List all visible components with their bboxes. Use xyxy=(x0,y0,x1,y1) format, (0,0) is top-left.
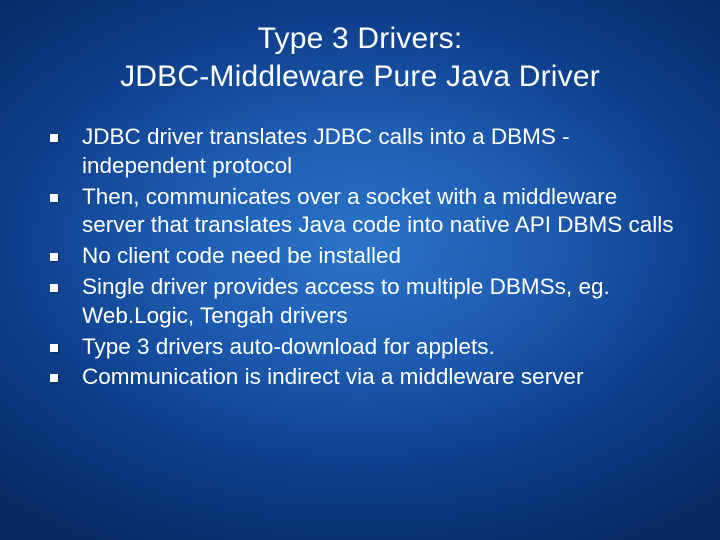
list-item: Communication is indirect via a middlewa… xyxy=(50,363,680,392)
bullet-text: No client code need be installed xyxy=(82,242,401,271)
list-item: JDBC driver translates JDBC calls into a… xyxy=(50,123,680,181)
square-bullet-icon xyxy=(50,194,58,202)
square-bullet-icon xyxy=(50,134,58,142)
square-bullet-icon xyxy=(50,374,58,382)
title-line-1: Type 3 Drivers: xyxy=(258,22,463,55)
square-bullet-icon xyxy=(50,253,58,261)
title-line-2: JDBC-Middleware Pure Java Driver xyxy=(120,60,600,93)
square-bullet-icon xyxy=(50,344,58,352)
slide-body: JDBC driver translates JDBC calls into a… xyxy=(30,123,690,392)
bullet-text: Type 3 drivers auto-download for applets… xyxy=(82,333,495,362)
list-item: Single driver provides access to multipl… xyxy=(50,273,680,331)
slide-title: Type 3 Drivers: JDBC-Middleware Pure Jav… xyxy=(30,20,690,95)
square-bullet-icon xyxy=(50,284,58,292)
list-item: Type 3 drivers auto-download for applets… xyxy=(50,333,680,362)
bullet-text: Then, communicates over a socket with a … xyxy=(82,183,680,241)
bullet-text: JDBC driver translates JDBC calls into a… xyxy=(82,123,680,181)
list-item: Then, communicates over a socket with a … xyxy=(50,183,680,241)
list-item: No client code need be installed xyxy=(50,242,680,271)
bullet-text: Single driver provides access to multipl… xyxy=(82,273,680,331)
bullet-text: Communication is indirect via a middlewa… xyxy=(82,363,583,392)
slide: Type 3 Drivers: JDBC-Middleware Pure Jav… xyxy=(0,0,720,540)
